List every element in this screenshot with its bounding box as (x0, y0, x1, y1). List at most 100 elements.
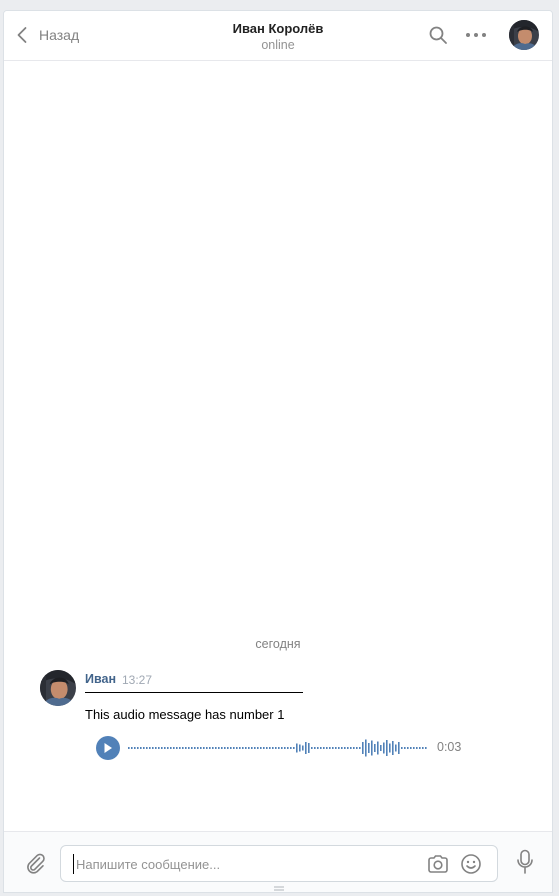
waveform-bar (134, 747, 136, 749)
message-input-box (60, 845, 498, 882)
waveform-bar (410, 747, 412, 749)
camera-icon[interactable] (427, 854, 449, 874)
waveform-bar (278, 747, 280, 749)
waveform-bar (140, 747, 142, 749)
waveform-bar (146, 747, 148, 749)
waveform-bar (167, 747, 169, 749)
waveform-bar (335, 747, 337, 749)
waveform-bar (296, 743, 298, 753)
waveform-bar (161, 747, 163, 749)
more-icon[interactable] (465, 31, 487, 39)
waveform-bar (269, 747, 271, 749)
paperclip-icon[interactable] (23, 851, 47, 875)
microphone-icon[interactable] (516, 849, 534, 875)
waveform-bar (170, 747, 172, 749)
waveform-bar (212, 747, 214, 749)
waveform-bar (371, 740, 373, 756)
waveform-bar (311, 747, 313, 749)
waveform-bar (305, 742, 307, 754)
waveform-bar (149, 747, 151, 749)
waveform-bar (377, 741, 379, 755)
smile-icon[interactable] (460, 853, 482, 875)
message-time[interactable]: 13:27 (122, 673, 152, 687)
date-divider: сегодня (255, 637, 301, 651)
waveform-bar (203, 747, 205, 749)
avatar-image (509, 20, 539, 50)
waveform-bar (368, 743, 370, 753)
waveform-bar (323, 747, 325, 749)
waveform-bar (164, 747, 166, 749)
waveform-bar (392, 741, 394, 755)
waveform-bar (200, 747, 202, 749)
waveform-bar (272, 747, 274, 749)
waveform-bar (425, 747, 427, 749)
waveform-bar (317, 747, 319, 749)
waveform-bar (230, 747, 232, 749)
resize-handle-icon[interactable] (274, 886, 284, 891)
waveform-bar (356, 747, 358, 749)
waveform-bar (347, 747, 349, 749)
play-icon (104, 743, 112, 753)
waveform-bar (308, 743, 310, 753)
message-composer (4, 831, 552, 892)
online-status: online (261, 38, 295, 52)
waveform-bar (275, 747, 277, 749)
message-author[interactable]: Иван (85, 672, 116, 686)
waveform-bar (182, 747, 184, 749)
waveform-bar (266, 747, 268, 749)
waveform-bar (326, 747, 328, 749)
waveform-bar (422, 747, 424, 749)
waveform-bar (320, 747, 322, 749)
message-input[interactable] (73, 854, 413, 874)
waveform-bar (398, 742, 400, 754)
message-avatar[interactable] (40, 670, 76, 706)
waveform-bar (158, 747, 160, 749)
waveform-bar (299, 744, 301, 752)
header-avatar[interactable] (509, 20, 539, 50)
waveform-bar (338, 747, 340, 749)
waveform-bar (287, 747, 289, 749)
message-text: This audio message has number 1 (85, 707, 285, 722)
waveform-bar (380, 745, 382, 751)
waveform-bar (344, 747, 346, 749)
waveform-bar (155, 747, 157, 749)
audio-play-button[interactable] (96, 736, 120, 760)
waveform-bar (386, 740, 388, 756)
waveform-bar (236, 747, 238, 749)
waveform-bar (332, 747, 334, 749)
waveform-bar (353, 747, 355, 749)
audio-waveform[interactable] (128, 738, 428, 758)
waveform-bar (191, 747, 193, 749)
search-icon[interactable] (428, 25, 448, 45)
waveform-bar (284, 747, 286, 749)
waveform-bar (218, 747, 220, 749)
waveform-bar (254, 747, 256, 749)
waveform-bar (209, 747, 211, 749)
waveform-bar (263, 747, 265, 749)
waveform-bar (248, 747, 250, 749)
waveform-bar (341, 747, 343, 749)
waveform-bar (404, 747, 406, 749)
waveform-bar (188, 747, 190, 749)
chat-window: Назад Иван Королёв online сегодня Иван 1… (3, 10, 553, 893)
waveform-bar (389, 743, 391, 753)
waveform-bar (224, 747, 226, 749)
waveform-bar (293, 747, 295, 749)
waveform-bar (395, 744, 397, 752)
waveform-bar (176, 747, 178, 749)
waveform-bar (365, 739, 367, 757)
waveform-bar (281, 747, 283, 749)
waveform-bar (374, 744, 376, 752)
waveform-bar (407, 747, 409, 749)
message-divider-line (85, 692, 303, 693)
avatar-image (40, 670, 76, 706)
waveform-bar (227, 747, 229, 749)
waveform-bar (302, 745, 304, 751)
waveform-bar (128, 747, 130, 749)
waveform-bar (413, 747, 415, 749)
waveform-bar (245, 747, 247, 749)
audio-duration: 0:03 (437, 740, 462, 754)
waveform-bar (419, 747, 421, 749)
waveform-bar (233, 747, 235, 749)
waveform-bar (359, 747, 361, 749)
